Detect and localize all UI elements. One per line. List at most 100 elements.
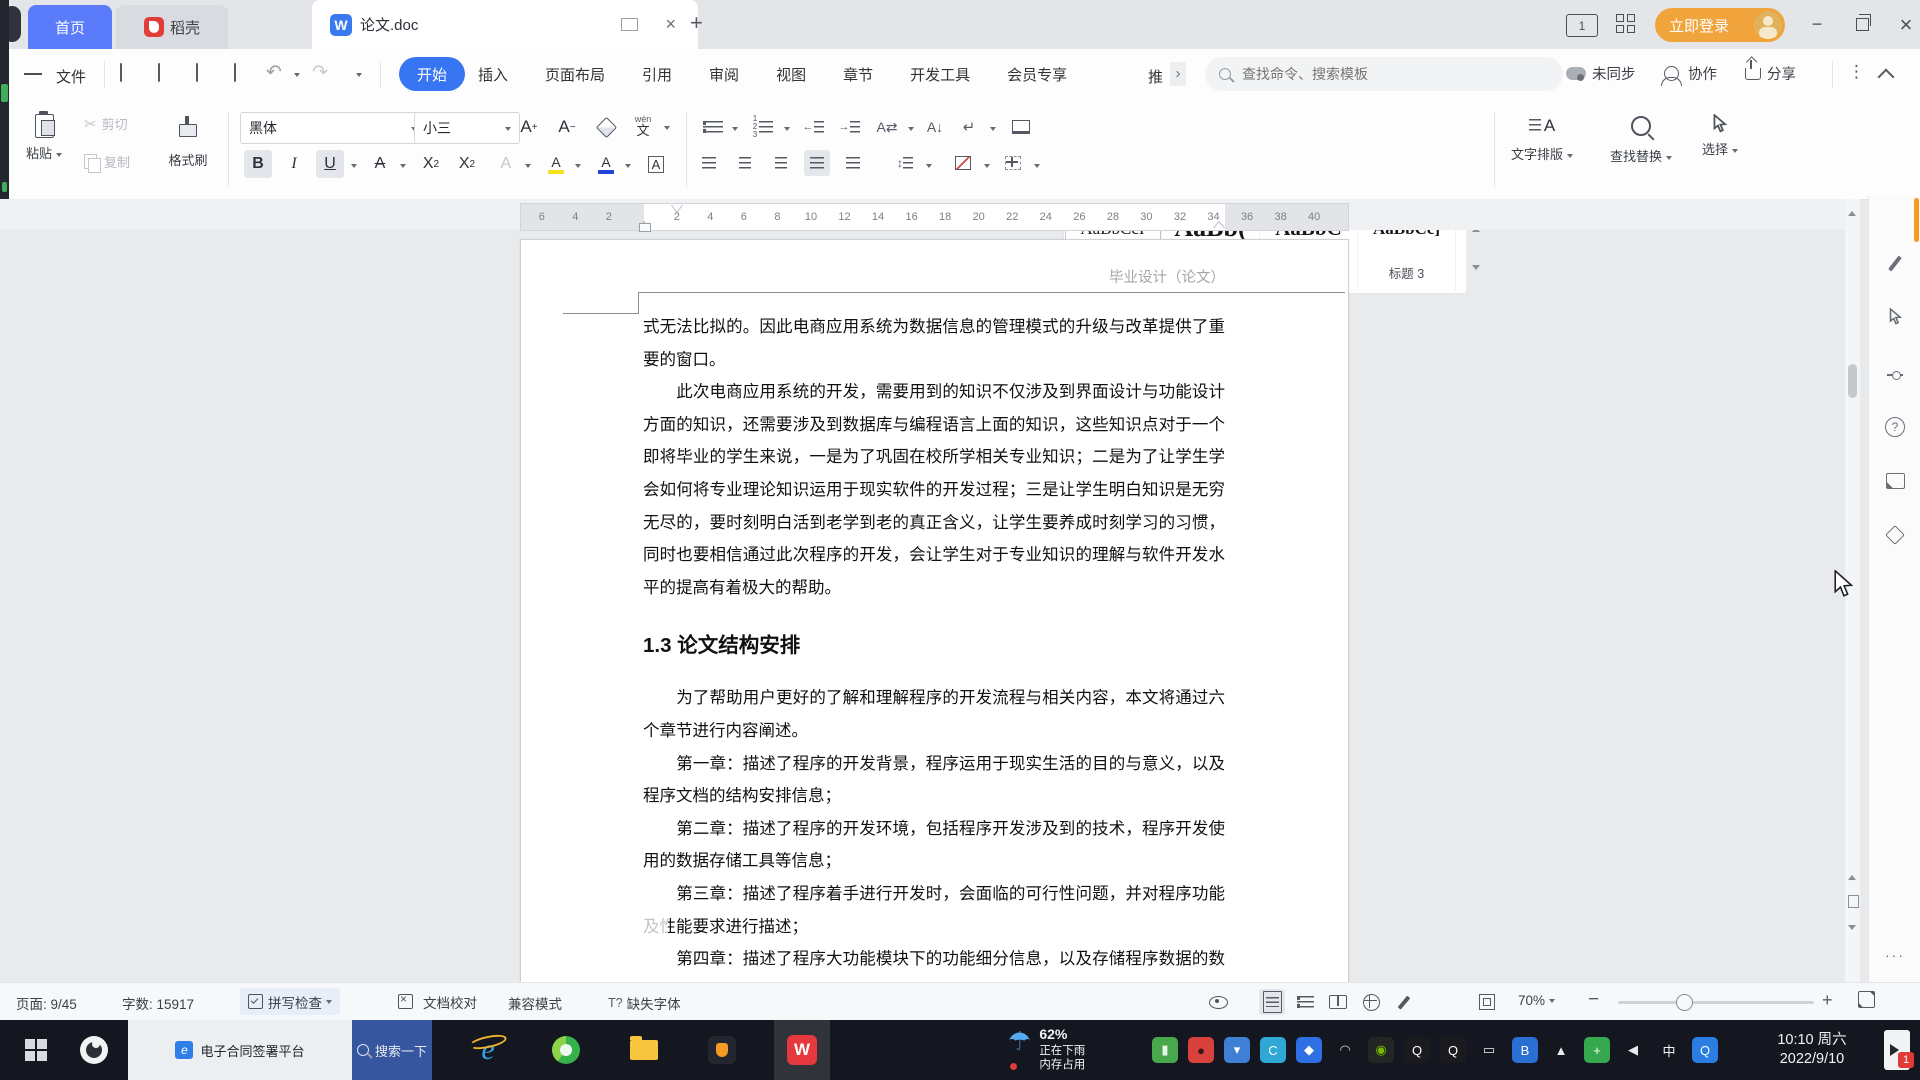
image-tool-icon[interactable] [1884, 470, 1906, 492]
qq-icon-2[interactable]: Q [1440, 1037, 1466, 1063]
distribute-button[interactable] [840, 150, 866, 176]
new-tab-button[interactable]: + [690, 10, 703, 36]
underline-button[interactable]: U [316, 150, 344, 178]
scroll-up-icon[interactable] [1848, 207, 1856, 216]
ribbon-tab[interactable]: 视图 [776, 64, 806, 85]
collapse-ribbon-icon[interactable] [1878, 69, 1895, 86]
sync-icon[interactable]: C [1260, 1037, 1286, 1063]
compat-mode-label[interactable]: 兼容模式 [508, 993, 562, 1013]
screen-share-icon[interactable] [621, 18, 638, 31]
usb-eject-icon[interactable]: ▲ [1548, 1037, 1574, 1063]
copy-button[interactable]: 复制 [84, 152, 130, 171]
minimize-button[interactable]: − [1795, 0, 1839, 49]
strike-dropdown-icon[interactable] [400, 164, 406, 171]
fullscreen-icon[interactable] [1858, 991, 1875, 1008]
subscript-button[interactable]: X2 [452, 150, 482, 178]
page-count[interactable]: 页面: 9/45 [16, 993, 77, 1013]
clock[interactable]: 10:10 周六 2022/9/10 [1744, 1031, 1880, 1069]
start-button[interactable] [10, 1020, 62, 1080]
page-nav-icon[interactable] [1848, 895, 1859, 908]
shrink-font-button[interactable]: A− [552, 114, 582, 140]
line-spacing-dropdown-icon[interactable] [926, 164, 932, 171]
select-arrow-icon[interactable] [1884, 306, 1906, 328]
shading-button[interactable] [950, 150, 976, 176]
clear-format-button[interactable] [592, 114, 620, 140]
first-line-indent-marker[interactable] [671, 204, 683, 218]
more-menu-icon[interactable]: ⋮ [1848, 62, 1865, 82]
battery-icon[interactable]: ▮ [1152, 1037, 1178, 1063]
tab-docer[interactable]: 稻壳 [116, 5, 228, 49]
bullet-dropdown-icon[interactable] [732, 127, 738, 134]
tabs-overflow-arrow[interactable]: › [1170, 62, 1186, 86]
ie-browser-icon[interactable]: e [462, 1020, 514, 1080]
undo-icon[interactable]: ↶ [266, 61, 282, 84]
ribbon-tab[interactable]: 审阅 [709, 64, 739, 85]
sync-status[interactable]: 未同步 [1566, 63, 1636, 84]
antivirus-icon[interactable]: ● [1188, 1037, 1214, 1063]
tab-home[interactable]: 首页 [28, 5, 112, 49]
proofing-button[interactable]: 文档校对 [392, 988, 483, 1015]
underline-dropdown-icon[interactable] [351, 164, 357, 171]
tab-document[interactable]: W 论文.doc × [312, 0, 698, 49]
file-explorer-icon[interactable] [618, 1020, 670, 1080]
scrollbar-thumb[interactable] [1848, 364, 1857, 398]
shading-dropdown-icon[interactable] [984, 164, 990, 171]
qq-browser-icon[interactable]: Q [1692, 1037, 1718, 1063]
highlight-button[interactable]: A [542, 150, 570, 178]
font-name-select[interactable]: 黑体 [240, 112, 426, 144]
zoom-value[interactable]: 70% [1518, 993, 1555, 1008]
spell-check-button[interactable]: 拼写检查 [240, 988, 340, 1015]
tab-start[interactable]: 开始 [399, 57, 465, 91]
find-replace-button[interactable]: 查找替换 [1602, 110, 1680, 188]
right-indent-marker[interactable] [1213, 216, 1225, 229]
usb-helper-icon[interactable]: ▾ [1224, 1037, 1250, 1063]
ribbon-tab[interactable]: 插入 [478, 64, 508, 85]
cut-button[interactable]: ✂ 剪切 [84, 114, 128, 133]
wifi-icon[interactable]: ◠ [1332, 1037, 1358, 1063]
pinyin-dropdown-icon[interactable] [664, 126, 670, 133]
redo-icon[interactable]: ↷ [312, 61, 328, 84]
quickbar-more-icon[interactable] [356, 73, 362, 80]
document-text[interactable]: 式无法比拟的。因此电商应用系统为数据信息的管理模式的升级与改革提供了重要的窗口。… [643, 311, 1225, 976]
guard-shield-icon[interactable]: ◆ [1296, 1037, 1322, 1063]
measure-tool-icon[interactable] [1884, 364, 1906, 386]
effect-dropdown-icon[interactable] [525, 164, 531, 171]
media-app-icon[interactable] [696, 1020, 748, 1080]
align-center-button[interactable] [732, 150, 758, 176]
zoom-in-button[interactable]: + [1822, 990, 1833, 1011]
ribbon-tab[interactable]: 会员专享 [1007, 64, 1067, 85]
bullet-list-button[interactable] [700, 114, 726, 140]
char-border-button[interactable]: A [642, 150, 670, 178]
eye-protect-icon[interactable] [1205, 989, 1231, 1015]
zoom-track[interactable] [1618, 1001, 1814, 1004]
text-effect-button[interactable]: A [492, 150, 520, 178]
review-pen-icon[interactable] [1391, 989, 1417, 1015]
window-switch-icon[interactable]: 1 [1566, 14, 1598, 37]
edit-pen-icon[interactable] [1884, 252, 1906, 274]
horizontal-ruler[interactable]: 642 246810121416182022242628303234363840 [520, 203, 1349, 231]
sort-button[interactable]: A↓ [922, 114, 948, 140]
help-icon[interactable]: ? [1884, 416, 1906, 438]
style-scroll-down-icon[interactable] [1472, 265, 1480, 274]
strikethrough-button[interactable]: A [366, 150, 394, 178]
web-view-icon[interactable] [1358, 989, 1384, 1015]
search-input[interactable] [1240, 65, 1504, 83]
search-bar-button[interactable]: 搜索一下 [352, 1020, 432, 1080]
ribbon-tab[interactable]: 开发工具 [910, 64, 970, 85]
read-view-icon[interactable] [1325, 989, 1351, 1015]
italic-button[interactable]: I [280, 150, 308, 178]
superscript-button[interactable]: X2 [416, 150, 446, 178]
fit-page-icon[interactable] [1474, 989, 1500, 1015]
show-marks-dropdown-icon[interactable] [990, 127, 996, 134]
volume-icon[interactable]: ◀ [1620, 1037, 1646, 1063]
align-right-button[interactable] [768, 150, 794, 176]
export-icon[interactable] [158, 63, 160, 82]
numbered-list-button[interactable]: 123 [750, 114, 776, 140]
print-preview-icon[interactable] [234, 63, 236, 82]
format-painter-button[interactable]: 格式刷 [158, 110, 218, 188]
prev-page-icon[interactable] [1848, 871, 1856, 880]
bold-button[interactable]: B [244, 150, 272, 178]
line-spacing-button[interactable]: ↕ [892, 150, 918, 176]
safety-center-icon[interactable]: + [1584, 1037, 1610, 1063]
paste-button[interactable]: 粘贴 [18, 110, 70, 188]
